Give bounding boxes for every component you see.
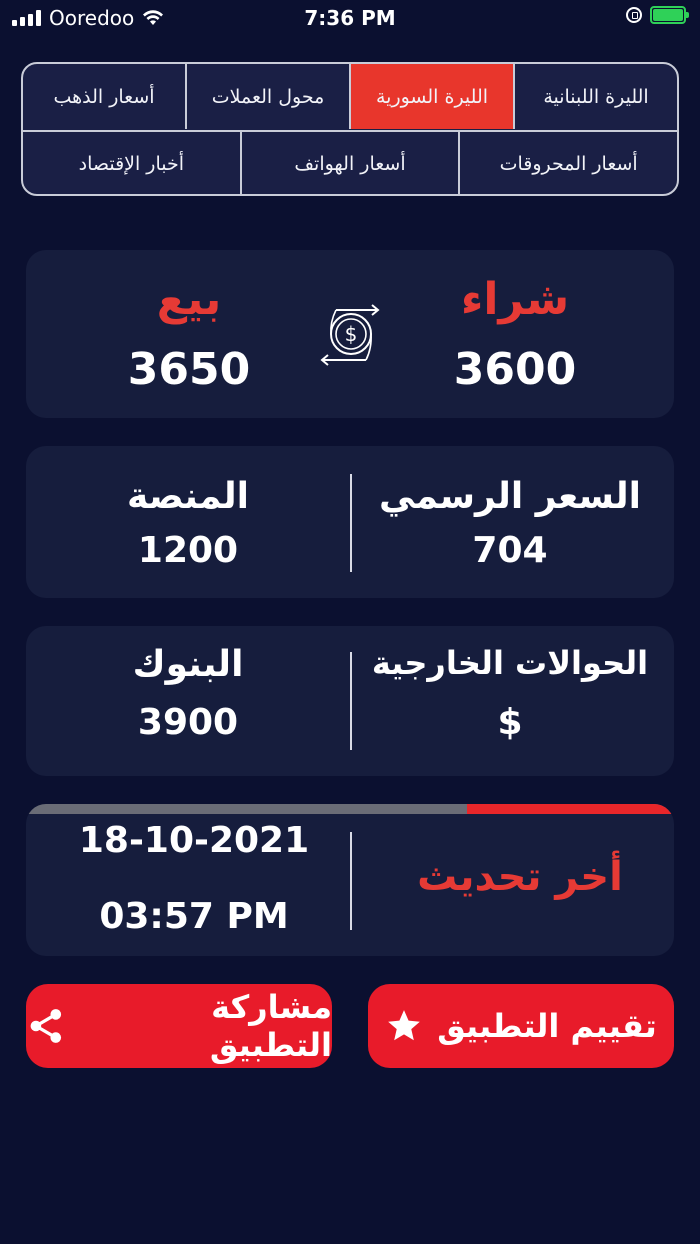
buy-sell-card: بيع 3650 $ شراء 3600 (26, 250, 674, 418)
card-divider (350, 652, 352, 750)
update-progress-fill (466, 804, 674, 814)
share-app-label: مشاركة التطبيق (209, 988, 332, 1064)
tab-phone-prices[interactable]: أسعار الهواتف (239, 132, 459, 194)
svg-text:$: $ (345, 322, 358, 346)
status-right (626, 6, 689, 24)
banks-value: 3900 (137, 702, 239, 743)
tab-row-2: أسعار المحروقات أسعار الهواتف أخبار الإق… (23, 130, 677, 194)
update-date: 18-10-2021 (78, 820, 310, 861)
share-app-button[interactable]: مشاركة التطبيق (26, 984, 332, 1068)
rate-app-label: تقييم التطبيق (437, 1007, 657, 1045)
foreign-transfers-label: الحوالات الخارجية (371, 644, 649, 682)
platform-label: المنصة (127, 476, 249, 517)
share-icon (30, 1009, 62, 1043)
orientation-lock-icon (626, 7, 642, 23)
tab-economy-news[interactable]: أخبار الإقتصاد (23, 132, 240, 194)
foreign-transfers-value: $ (497, 702, 523, 743)
currency-exchange-icon: $ (320, 304, 380, 366)
status-time: 7:36 PM (304, 6, 396, 30)
transfers-card: البنوك 3900 الحوالات الخارجية $ (26, 626, 674, 776)
official-rate-value: 704 (472, 530, 548, 571)
update-progress-bar (26, 804, 674, 814)
sell-value: 3650 (127, 344, 251, 395)
buy-value: 3600 (453, 344, 577, 395)
sell-label: بيع (156, 274, 222, 325)
tab-row-1: الليرة اللبنانية الليرة السورية محول الع… (23, 64, 677, 129)
status-bar: Ooredoo 7:36 PM (0, 0, 700, 38)
update-time: 03:57 PM (99, 896, 289, 937)
official-rate-card: المنصة 1200 السعر الرسمي 704 (26, 446, 674, 598)
platform-value: 1200 (137, 530, 239, 571)
tab-currency-converter[interactable]: محول العملات (185, 64, 349, 129)
battery-icon (650, 6, 689, 24)
last-update-card: 18-10-2021 03:57 PM أخر تحديث (26, 804, 674, 956)
category-tabs: الليرة اللبنانية الليرة السورية محول الع… (21, 62, 679, 196)
rate-app-button[interactable]: تقييم التطبيق (368, 984, 674, 1068)
star-icon (388, 1010, 421, 1041)
tab-syrian-lira[interactable]: الليرة السورية (349, 64, 513, 129)
tab-gold-prices[interactable]: أسعار الذهب (23, 64, 185, 129)
tab-fuel-prices[interactable]: أسعار المحروقات (458, 132, 677, 194)
card-divider (350, 474, 352, 572)
official-rate-label: السعر الرسمي (379, 476, 641, 517)
card-divider (350, 832, 352, 930)
banks-label: البنوك (132, 644, 244, 685)
tab-lebanese-lira[interactable]: الليرة اللبنانية (513, 64, 677, 129)
last-update-label: أخر تحديث (417, 854, 623, 900)
buy-label: شراء (460, 274, 570, 325)
